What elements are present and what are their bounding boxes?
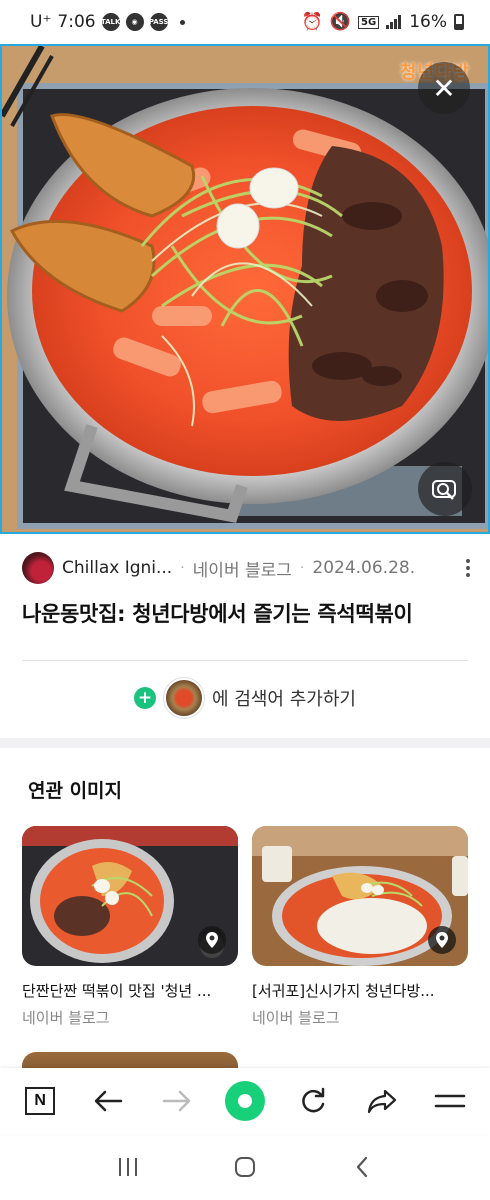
related-image[interactable] [22,826,238,966]
chevron-left-icon [356,1156,367,1178]
pass-notification-icon: PASS [149,13,168,31]
section-separator [0,738,490,748]
location-pin-icon[interactable] [428,926,456,954]
status-bar: U⁺ 7:06 TALK ◉ PASS ⏰ 🔇 5G 16% [0,0,490,44]
plus-icon: + [134,687,157,709]
carrier-label: U⁺ [30,12,52,32]
related-image[interactable] [252,826,468,966]
app-notification-icon: ◉ [125,13,144,31]
add-search-label: 에 검색어 추가하기 [212,689,356,710]
mute-icon: 🔇 [329,12,352,32]
related-image-source: 네이버 블로그 [252,1009,340,1027]
source-platform: 네이버 블로그 [192,560,292,581]
post-date: 2024.06.28. [312,558,416,578]
clock: 7:06 [57,12,96,32]
arrow-left-icon [95,1090,123,1112]
related-image-card[interactable]: 단짠단짠 떡볶이 맛집 '청년 ... 네이버 블로그 [22,826,238,1028]
source-row[interactable]: Chillax Igni... · 네이버 블로그 · 2024.06.28. [22,552,474,584]
related-image-source: 네이버 블로그 [22,1009,110,1027]
author-name[interactable]: Chillax Igni... [62,558,172,578]
battery-level: 16% [409,12,447,32]
alarm-icon: ⏰ [301,12,323,32]
talk-notification-icon: TALK [101,13,120,31]
more-options-icon[interactable] [462,559,474,577]
arrow-right-icon [162,1090,190,1112]
signal-icon [386,15,402,29]
tteokbokki-photo [2,46,488,532]
forward-button[interactable] [153,1077,201,1125]
location-pin-icon[interactable] [198,926,226,954]
share-arrow-icon [367,1089,396,1114]
separator-dot: · [180,560,185,576]
related-image-caption[interactable]: 단짠단짠 떡볶이 맛집 '청년 ... [22,980,238,1001]
more-notifications-dot-icon [179,19,185,25]
naver-home-button[interactable]: N [16,1077,64,1125]
naver-logo-icon: N [25,1087,56,1115]
recent-apps-button[interactable] [104,1143,152,1191]
close-button[interactable]: ✕ [418,62,470,114]
refresh-icon [302,1087,325,1113]
recent-apps-icon [119,1158,138,1176]
post-title[interactable]: 나운동맛집: 청년다방에서 즐기는 즉석떡볶이 [22,598,474,628]
system-back-button[interactable] [338,1143,386,1191]
image-search-lens-button[interactable] [418,462,472,516]
back-button[interactable] [84,1077,132,1125]
separator-dot: · [299,560,305,576]
divider [22,660,468,661]
system-navigation-bar [0,1134,490,1200]
hamburger-menu-icon [434,1094,466,1108]
lens-search-icon [432,480,456,500]
reload-button[interactable] [289,1077,337,1125]
related-image-caption[interactable]: [서귀포]신시가지 청년다방... [252,980,468,1001]
share-button[interactable] [358,1077,406,1125]
green-dot-icon [224,1081,265,1121]
browser-toolbar: N [0,1068,490,1134]
add-search-term-button[interactable]: + 에 검색어 추가하기 [0,676,490,720]
hero-image[interactable]: 청년다방 ✕ [0,44,490,534]
home-icon [234,1157,255,1177]
related-image-card[interactable]: [서귀포]신시가지 청년다방... 네이버 블로그 [252,826,468,1028]
menu-button[interactable] [426,1077,474,1125]
image-thumbnail [164,678,205,718]
battery-icon [454,14,464,30]
green-dot-button[interactable] [221,1077,269,1125]
network-type-label: 5G [358,15,380,29]
related-images-heading: 연관 이미지 [28,780,123,802]
author-avatar[interactable] [22,552,54,584]
home-button[interactable] [221,1143,269,1191]
